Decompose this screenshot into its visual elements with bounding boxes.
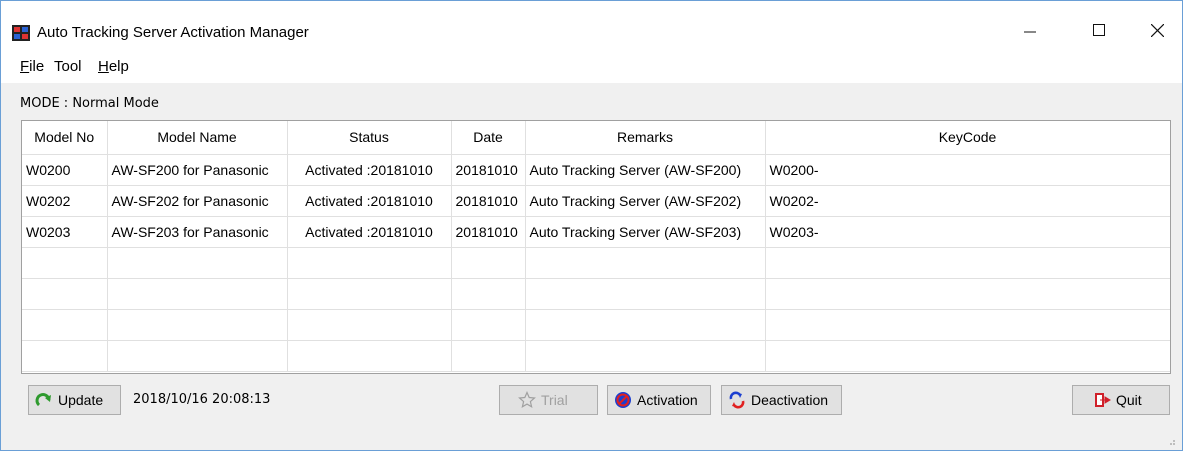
minimize-icon <box>1024 31 1036 33</box>
last-update-timestamp: 2018/10/16 20:08:13 <box>133 392 271 407</box>
deactivation-button[interactable]: Deactivation <box>721 385 842 415</box>
table-cell: Auto Tracking Server (AW-SF200) <box>525 154 766 186</box>
table-cell <box>22 278 108 310</box>
app-icon <box>12 25 30 41</box>
table-cell <box>22 340 108 372</box>
table-row[interactable]: W0200 AW-SF200 for Panasonic Activated :20… <box>22 154 1170 186</box>
star-icon <box>518 391 536 409</box>
close-icon <box>1150 23 1164 37</box>
table-cell <box>765 340 1170 372</box>
table-cell: AW-SF203 for Panasonic <box>107 216 288 248</box>
table-cell <box>765 309 1170 341</box>
table-cell <box>451 340 526 372</box>
activation-button[interactable]: Activation <box>607 385 711 415</box>
table-cell <box>287 247 452 279</box>
refresh-icon <box>35 393 51 407</box>
minimize-button[interactable] <box>1007 11 1053 49</box>
table-cell: Activated :20181010 <box>287 185 452 217</box>
app-window: Auto Tracking Server Activation Manager … <box>0 0 1183 451</box>
table-cell: W0202 <box>22 185 108 217</box>
table-cell <box>107 309 288 341</box>
table-cell: Auto Tracking Server (AW-SF203) <box>525 216 766 248</box>
table-row[interactable]: W0203 AW-SF203 for Panasonic Activated :20… <box>22 216 1170 248</box>
table-cell <box>22 247 108 279</box>
table-cell: AW-SF200 for Panasonic <box>107 154 288 186</box>
table-cell <box>451 309 526 341</box>
maximize-button[interactable] <box>1076 11 1122 49</box>
deactivation-label: Deactivation <box>751 392 829 408</box>
table-cell: AW-SF202 for Panasonic <box>107 185 288 217</box>
activation-icon <box>615 392 631 408</box>
column-header[interactable]: Remarks <box>525 121 766 155</box>
menu-file[interactable]: File <box>20 58 44 75</box>
deactivation-icon <box>729 391 745 409</box>
column-header[interactable]: Model No <box>22 121 108 155</box>
table-cell <box>451 247 526 279</box>
table-cell <box>22 309 108 341</box>
maximize-icon <box>1093 24 1105 36</box>
table-cell: Activated :20181010 <box>287 216 452 248</box>
menu-tool[interactable]: Tool <box>54 58 82 75</box>
table-cell <box>525 247 766 279</box>
table-cell: Auto Tracking Server (AW-SF202) <box>525 185 766 217</box>
activation-label: Activation <box>637 392 698 408</box>
column-header[interactable]: Status <box>287 121 452 155</box>
menu-bar: File Tool Help <box>1 49 1182 83</box>
table-row[interactable] <box>22 247 1170 279</box>
update-label: Update <box>58 392 104 408</box>
table-cell <box>107 247 288 279</box>
table-cell: Activated :20181010 <box>287 154 452 186</box>
table-cell <box>451 278 526 310</box>
table-cell: W0203- <box>765 216 1170 248</box>
table-row[interactable] <box>22 340 1170 372</box>
trial-button[interactable]: Trial <box>499 385 598 415</box>
exit-icon <box>1095 393 1111 407</box>
table-cell: W0200 <box>22 154 108 186</box>
quit-button[interactable]: Quit <box>1072 385 1170 415</box>
menu-help[interactable]: Help <box>98 58 129 75</box>
table-cell: W0203 <box>22 216 108 248</box>
quit-label: Quit <box>1116 392 1142 408</box>
table-cell <box>107 340 288 372</box>
table-row[interactable] <box>22 309 1170 341</box>
table-cell: W0202- <box>765 185 1170 217</box>
table-row[interactable]: W0202 AW-SF202 for Panasonic Activated :20… <box>22 185 1170 217</box>
column-header[interactable]: Model Name <box>107 121 288 155</box>
table-cell <box>525 340 766 372</box>
table-cell: 20181010 <box>451 216 526 248</box>
table-cell <box>287 340 452 372</box>
table-cell <box>287 278 452 310</box>
table-cell: 20181010 <box>451 185 526 217</box>
title-bar[interactable]: Auto Tracking Server Activation Manager <box>1 1 1182 49</box>
close-button[interactable] <box>1134 11 1180 49</box>
column-header[interactable]: Date <box>451 121 526 155</box>
resize-grip-icon[interactable] <box>1166 436 1176 446</box>
activation-table[interactable]: Model No Model Name Status Date Remarks … <box>21 120 1171 374</box>
table-cell: 20181010 <box>451 154 526 186</box>
table-cell: W0200- <box>765 154 1170 186</box>
window-title: Auto Tracking Server Activation Manager <box>37 24 309 41</box>
table-cell <box>107 278 288 310</box>
table-cell <box>525 309 766 341</box>
mode-label: MODE : Normal Mode <box>20 96 159 111</box>
table-header: Model No Model Name Status Date Remarks … <box>22 121 1170 155</box>
column-header[interactable]: KeyCode <box>765 121 1170 155</box>
table-cell <box>525 278 766 310</box>
update-button[interactable]: Update <box>28 385 121 415</box>
table-row[interactable] <box>22 278 1170 310</box>
trial-label: Trial <box>541 392 568 408</box>
table-cell <box>765 278 1170 310</box>
table-cell <box>287 309 452 341</box>
table-cell <box>765 247 1170 279</box>
